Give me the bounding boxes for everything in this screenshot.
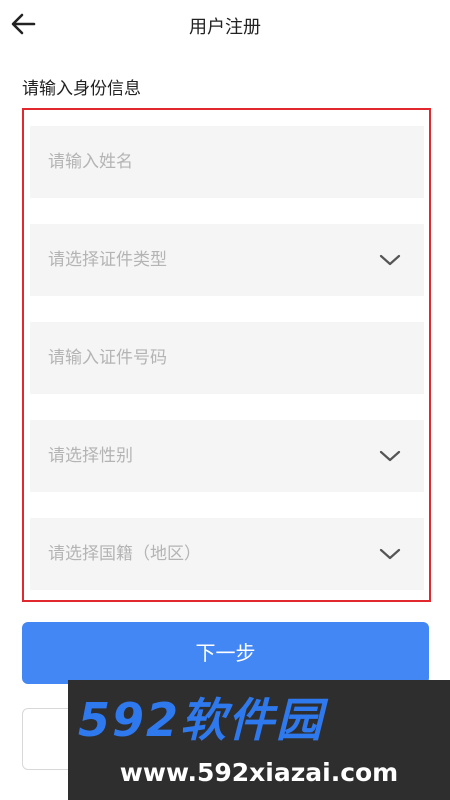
id-type-select[interactable]: 请选择证件类型 <box>30 224 424 296</box>
section-label: 请输入身份信息 <box>22 79 141 99</box>
watermark-url: www.592xiazai.com <box>119 758 399 787</box>
chevron-down-icon <box>379 548 401 560</box>
nationality-select-placeholder: 请选择国籍（地区） <box>48 544 201 564</box>
id-number-input-placeholder: 请输入证件号码 <box>48 348 167 368</box>
id-type-select-placeholder: 请选择证件类型 <box>48 250 167 270</box>
gender-select-placeholder: 请选择性别 <box>48 446 133 466</box>
app-header: 用户注册 <box>0 0 450 48</box>
chevron-down-icon <box>379 450 401 462</box>
page-title: 用户注册 <box>189 17 261 38</box>
watermark-logo: 592软件园 <box>78 693 325 747</box>
nationality-select[interactable]: 请选择国籍（地区） <box>30 518 424 590</box>
name-input[interactable]: 请输入姓名 <box>30 126 424 198</box>
name-input-placeholder: 请输入姓名 <box>48 152 133 172</box>
id-number-input[interactable]: 请输入证件号码 <box>30 322 424 394</box>
next-step-button[interactable]: 下一步 <box>22 622 429 684</box>
identity-form: 请输入姓名 请选择证件类型 请输入证件号码 请选择性别 请选择国籍（地区） <box>22 108 431 602</box>
chevron-down-icon <box>379 254 401 266</box>
gender-select[interactable]: 请选择性别 <box>30 420 424 492</box>
watermark-overlay: 592软件园 www.592xiazai.com <box>68 680 450 800</box>
